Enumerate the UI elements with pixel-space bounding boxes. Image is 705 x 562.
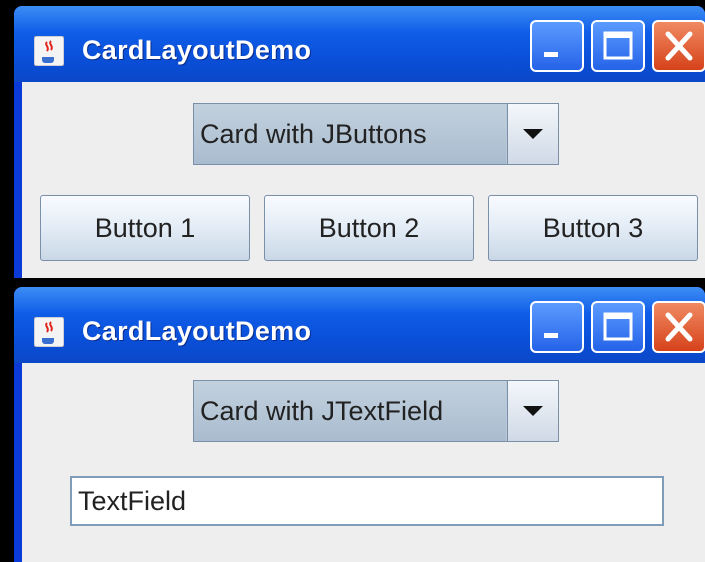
title-bar[interactable]: CardLayoutDemo	[14, 6, 705, 82]
combo-selected-value: Card with JTextField	[194, 381, 506, 441]
chevron-down-icon	[523, 406, 543, 416]
java-coffee-cup-icon[interactable]	[33, 35, 65, 67]
minimize-button[interactable]	[530, 301, 584, 353]
content-pane: Card with JTextField TextField	[22, 363, 705, 562]
combo-dropdown-button[interactable]	[507, 104, 558, 164]
combo-dropdown-button[interactable]	[507, 381, 558, 441]
chevron-down-icon	[523, 129, 543, 139]
maximize-button[interactable]	[591, 301, 645, 353]
window-jtextfield-card: CardLayoutDemo Card with JTextField Text…	[14, 287, 705, 562]
close-button[interactable]	[652, 301, 705, 353]
content-pane: Card with JButtons Button 1 Button 2 But…	[22, 82, 705, 278]
minimize-button[interactable]	[530, 20, 584, 72]
window-title: CardLayoutDemo	[82, 316, 312, 346]
window-jbuttons-card: CardLayoutDemo Card with JButtons Button…	[14, 6, 705, 278]
maximize-icon	[603, 31, 633, 60]
button-1[interactable]: Button 1	[40, 195, 250, 261]
close-button[interactable]	[652, 20, 705, 72]
minimize-icon	[544, 333, 558, 338]
card-selector-combo[interactable]: Card with JButtons	[193, 103, 559, 165]
button-3[interactable]: Button 3	[488, 195, 698, 261]
window-title: CardLayoutDemo	[82, 35, 312, 65]
close-icon	[665, 312, 693, 342]
minimize-icon	[544, 52, 558, 57]
maximize-icon	[603, 312, 633, 341]
button-2[interactable]: Button 2	[264, 195, 474, 261]
text-field[interactable]: TextField	[70, 476, 664, 526]
title-bar[interactable]: CardLayoutDemo	[14, 287, 705, 363]
close-icon	[665, 31, 693, 61]
card-selector-combo[interactable]: Card with JTextField	[193, 380, 559, 442]
maximize-button[interactable]	[591, 20, 645, 72]
combo-selected-value: Card with JButtons	[194, 104, 506, 164]
java-coffee-cup-icon[interactable]	[33, 316, 65, 348]
